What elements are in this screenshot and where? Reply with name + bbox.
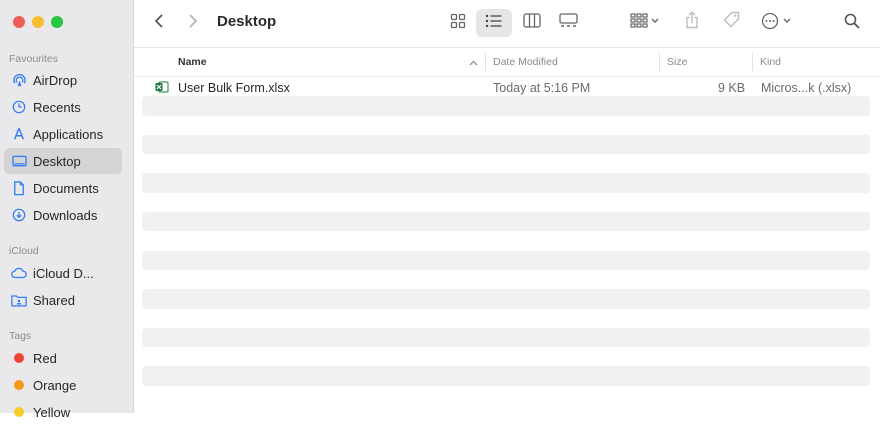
empty-row [142, 309, 870, 328]
empty-row [142, 193, 870, 212]
file-list: User Bulk Form.xlsx Today at 5:16 PM 9 K… [142, 77, 870, 405]
sidebar-item-label: Desktop [33, 153, 81, 169]
gallery-view-icon [558, 13, 578, 33]
sidebar-item-label: Downloads [33, 207, 98, 223]
empty-row [142, 347, 870, 366]
sidebar-item-shared[interactable]: Shared [4, 287, 122, 313]
applications-icon [11, 126, 27, 142]
empty-row [142, 327, 870, 348]
sidebar-item-applications[interactable]: Applications [4, 121, 122, 147]
page-title: Desktop [217, 13, 277, 30]
empty-row [142, 250, 870, 270]
sidebar-item-label: Documents [33, 180, 99, 196]
sidebar-item-label: Yellow [33, 404, 71, 420]
back-icon [154, 13, 164, 34]
column-view-icon [523, 13, 541, 33]
sidebar-item-downloads[interactable]: Downloads [4, 202, 122, 228]
sidebar-item-airdrop[interactable]: AirDrop [4, 67, 122, 93]
sidebar-item-label: Recents [33, 99, 81, 115]
sidebar-item-recents[interactable]: Recents [4, 94, 122, 120]
shared-folder-icon [11, 292, 27, 308]
tag-icon [723, 11, 740, 33]
close-button[interactable] [13, 16, 25, 28]
sidebar-item-tag-yellow[interactable]: Yellow [4, 399, 122, 425]
empty-row [142, 386, 870, 405]
zoom-button[interactable] [51, 16, 63, 28]
sidebar-item-documents[interactable]: Documents [4, 175, 122, 201]
share-icon [685, 10, 699, 34]
search-button[interactable] [840, 9, 864, 37]
sort-ascending-icon[interactable] [469, 57, 478, 69]
grid-view-icon [450, 13, 466, 34]
sidebar-item-desktop[interactable]: Desktop [4, 148, 122, 174]
excel-file-icon [155, 81, 169, 96]
back-button[interactable] [148, 9, 170, 37]
sidebar-item-label: Orange [33, 377, 77, 393]
file-row[interactable]: User Bulk Form.xlsx Today at 5:16 PM 9 K… [142, 77, 870, 96]
empty-row [142, 366, 870, 386]
orange-tag-dot-icon [11, 377, 27, 393]
main-pane: Desktop Name Date Modified Size Kind Use… [134, 0, 880, 413]
file-name: User Bulk Form.xlsx [178, 81, 290, 95]
column-divider [752, 53, 753, 71]
more-actions-button[interactable] [758, 9, 798, 37]
search-icon [844, 13, 860, 34]
sidebar-item-label: AirDrop [33, 72, 78, 88]
yellow-tag-dot-icon [11, 404, 27, 420]
column-divider [485, 53, 486, 71]
gallery-view-button[interactable] [554, 9, 582, 37]
column-header-bar: Name Date Modified Size Kind [134, 47, 880, 77]
tags-section-label: Tags [9, 330, 32, 342]
red-tag-dot-icon [11, 350, 27, 366]
favourites-section-label: Favourites [9, 53, 59, 65]
share-button[interactable] [680, 8, 704, 36]
forward-icon [188, 13, 198, 34]
forward-button[interactable] [182, 9, 204, 37]
sidebar-item-label: iCloud D... [33, 265, 94, 281]
sidebar-item-label: Red [33, 350, 57, 366]
column-header-name[interactable]: Name [178, 56, 207, 68]
download-icon [11, 207, 27, 223]
sidebar-item-label: Applications [33, 126, 104, 142]
group-icon [630, 13, 660, 33]
empty-row [142, 212, 870, 232]
empty-row [142, 154, 870, 173]
column-header-kind[interactable]: Kind [760, 56, 781, 68]
sidebar-item-tag-red[interactable]: Red [4, 345, 122, 371]
cloud-icon [11, 265, 27, 281]
group-button[interactable] [626, 9, 664, 37]
sidebar: Favourites AirDrop Recents Applications … [0, 0, 134, 420]
window-controls [13, 16, 63, 28]
empty-row [142, 134, 870, 155]
file-kind: Micros...k (.xlsx) [761, 81, 852, 95]
column-divider [659, 53, 660, 71]
empty-row [142, 231, 870, 250]
minimize-button[interactable] [32, 16, 44, 28]
empty-row [142, 173, 870, 193]
sidebar-item-label: Shared [33, 292, 75, 308]
column-header-size[interactable]: Size [667, 56, 687, 68]
toolbar: Desktop [134, 0, 880, 47]
document-icon [11, 180, 27, 196]
list-view-icon [485, 14, 503, 33]
empty-row [142, 289, 870, 309]
empty-row [142, 116, 870, 135]
desktop-icon [11, 153, 27, 169]
column-view-button[interactable] [518, 9, 546, 37]
icon-view-button[interactable] [444, 9, 472, 37]
file-size: 9 KB [718, 81, 746, 95]
icloud-section-label: iCloud [9, 245, 39, 257]
airdrop-icon [11, 72, 27, 88]
more-icon [761, 12, 795, 35]
file-date-modified: Today at 5:16 PM [493, 81, 591, 95]
sidebar-item-icloud-drive[interactable]: iCloud D... [4, 260, 122, 286]
empty-row [142, 270, 870, 289]
empty-row [142, 96, 870, 116]
clock-icon [11, 99, 27, 115]
tag-button[interactable] [719, 8, 743, 36]
list-view-button[interactable] [476, 9, 512, 37]
sidebar-item-tag-orange[interactable]: Orange [4, 372, 122, 398]
column-header-date-modified[interactable]: Date Modified [493, 56, 558, 68]
